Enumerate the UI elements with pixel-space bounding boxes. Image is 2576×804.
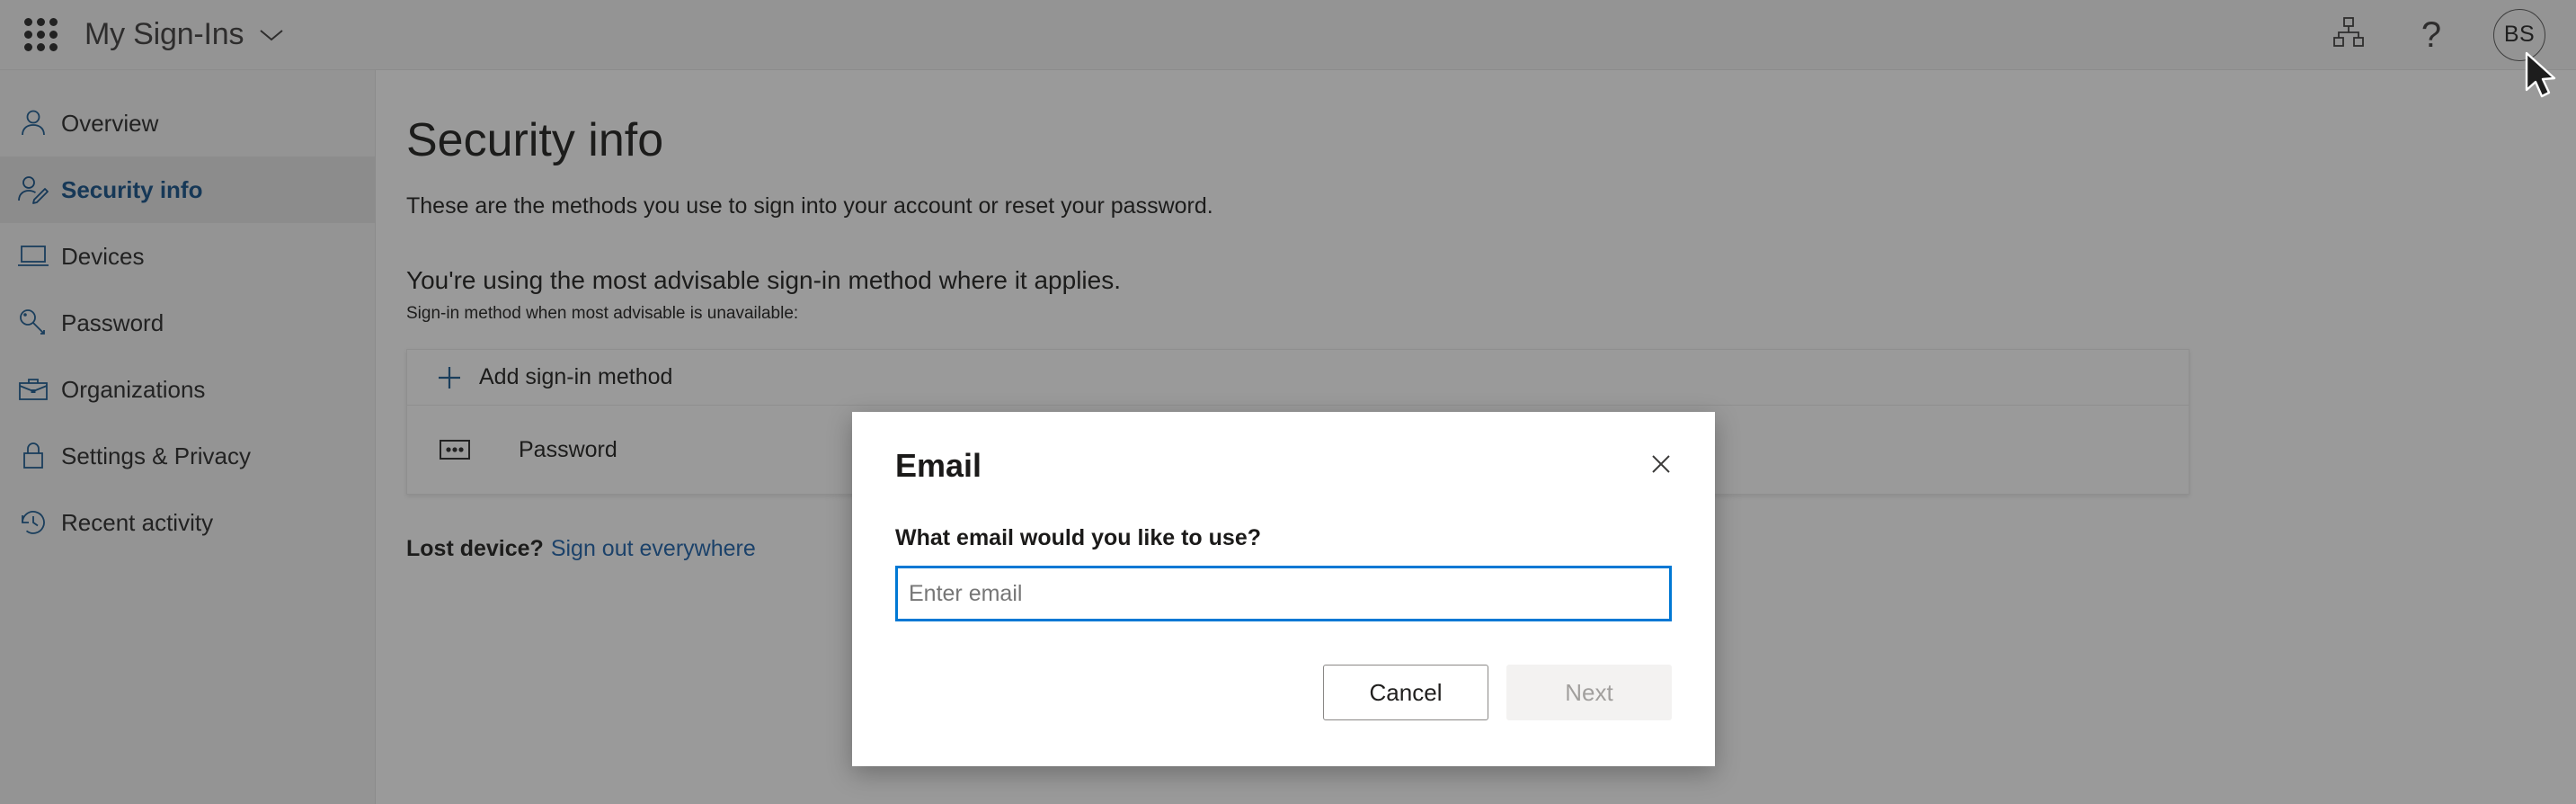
dialog-title: Email xyxy=(895,447,982,484)
email-input[interactable] xyxy=(895,566,1672,621)
dialog-actions: Cancel Next xyxy=(895,665,1672,720)
cancel-button[interactable]: Cancel xyxy=(1323,665,1488,720)
dialog-header: Email xyxy=(895,446,1672,482)
dialog-question-label: What email would you like to use? xyxy=(895,525,1261,550)
close-icon[interactable] xyxy=(1643,446,1679,482)
email-dialog: Email What email would you like to use? … xyxy=(852,412,1715,766)
next-button: Next xyxy=(1506,665,1672,720)
